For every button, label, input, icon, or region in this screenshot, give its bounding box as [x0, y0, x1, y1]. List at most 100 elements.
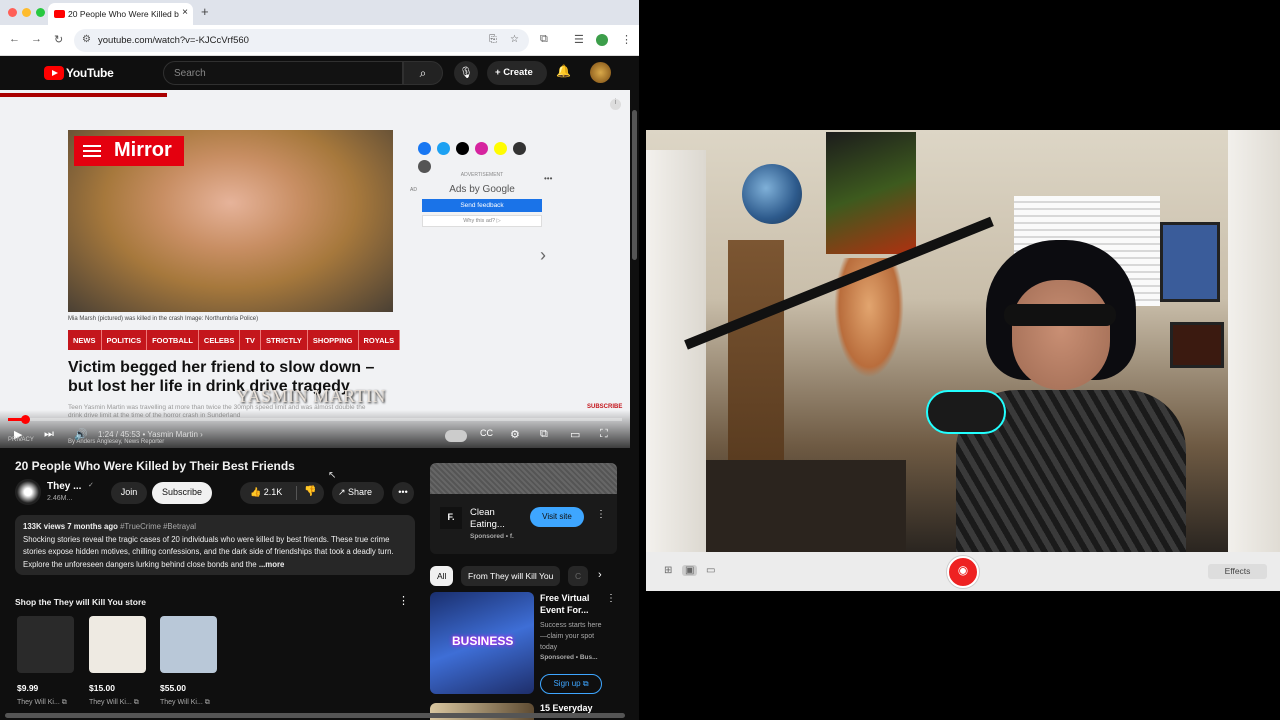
reading-list-icon[interactable]: ☰: [574, 33, 584, 46]
visit-site-button[interactable]: Visit site: [530, 507, 584, 527]
ad-badge: AD: [410, 187, 417, 193]
globe: [742, 164, 802, 224]
sign-up-button[interactable]: Sign up ⧉: [540, 674, 602, 694]
description-box[interactable]: 133K views 7 months ago #TrueCrime #Betr…: [15, 515, 415, 575]
ads-by-google: Ads by Google: [449, 184, 515, 195]
product-price: $15.00: [89, 683, 115, 693]
reload-icon[interactable]: ↻: [54, 33, 63, 46]
product-store: They Will Ki... ⧉: [160, 699, 217, 707]
account-avatar[interactable]: [590, 62, 611, 83]
profile-icon[interactable]: [596, 34, 608, 46]
description-text: Shocking stories reveal the tragic cases…: [23, 534, 394, 569]
more-actions-button[interactable]: •••: [392, 482, 414, 504]
install-app-icon[interactable]: ⎘: [489, 34, 497, 45]
miniplayer-icon[interactable]: ⧉: [540, 428, 548, 441]
product-image: [160, 616, 217, 673]
horizontal-scrollbar[interactable]: [5, 713, 625, 718]
show-more-link[interactable]: ...more: [259, 560, 285, 569]
theater-mode-icon[interactable]: ▭: [570, 428, 580, 441]
settings-icon[interactable]: ⚙: [510, 428, 520, 441]
photo-caption: Mia Marsh (pictured) was killed in the c…: [68, 316, 259, 322]
hashtags[interactable]: #TrueCrime #Betrayal: [120, 522, 196, 531]
close-window-button[interactable]: [8, 8, 17, 17]
category-nav: NEWS POLITICS FOOTBALL CELEBS TV STRICTLY SHOP…: [68, 330, 401, 350]
product-card[interactable]: $9.99 They Will Ki... ⧉: [17, 616, 74, 707]
site-info-icon[interactable]: ⚙: [82, 34, 91, 45]
seek-bar[interactable]: [8, 415, 622, 424]
facebook-icon: [418, 142, 431, 155]
like-button[interactable]: 👍 2.1K 👎: [240, 482, 324, 504]
chevron-right-icon: ›: [540, 245, 546, 265]
subscribe-button[interactable]: Subscribe: [152, 482, 212, 504]
channel-name[interactable]: They ...: [47, 481, 81, 492]
info-icon[interactable]: i: [610, 99, 621, 110]
search-button[interactable]: ⌕: [403, 61, 443, 85]
bookmark-star-icon[interactable]: ☆: [510, 34, 519, 45]
camera-icon: ◉: [957, 563, 969, 577]
chapter-label[interactable]: • Yasmin Martin ›: [143, 430, 203, 439]
why-this-ad-button: Why this ad? ▷: [422, 215, 542, 227]
privacy-label: PRIVACY: [8, 437, 34, 443]
youtube-play-icon: [44, 66, 64, 80]
chevron-right-icon[interactable]: ›: [598, 569, 602, 581]
vertical-scrollbar[interactable]: [630, 90, 639, 720]
video-player[interactable]: Mirror Mia Marsh (pictured) was killed i…: [0, 90, 630, 448]
next-icon[interactable]: ⏭: [44, 428, 54, 441]
store-menu-icon[interactable]: ⋮: [398, 594, 409, 607]
chip-more[interactable]: C: [568, 566, 589, 586]
instagram-icon: [475, 142, 488, 155]
sponsored-ad-card[interactable]: F. Clean Eating... Sponsored • f. Visit …: [430, 463, 617, 554]
create-button[interactable]: + Create: [487, 61, 547, 85]
chip-all[interactable]: All: [430, 566, 454, 586]
effects-button[interactable]: Effects: [1208, 564, 1267, 579]
youtube-header: YouTube Search ⌕ 🎙 + Create 🔔: [0, 56, 639, 90]
plus-icon: +: [495, 67, 504, 78]
voice-search-button[interactable]: 🎙: [454, 61, 478, 85]
captions-icon[interactable]: CC: [480, 428, 493, 438]
shutter-button[interactable]: ◉: [947, 556, 979, 588]
ad-menu-icon[interactable]: ⋮: [596, 509, 606, 520]
minimize-window-button[interactable]: [22, 8, 31, 17]
search-input[interactable]: Search: [163, 61, 403, 85]
seek-bar-handle[interactable]: [21, 415, 31, 424]
maximize-window-button[interactable]: [36, 8, 45, 17]
product-store-name: They Will Ki...: [17, 699, 60, 706]
notifications-bell-icon[interactable]: 🔔: [556, 64, 571, 78]
forward-icon[interactable]: →: [31, 33, 42, 45]
grid-view-icon[interactable]: ⊞: [664, 565, 672, 576]
webcam-preview: [646, 130, 1280, 552]
category-nav-item: STRICTLY: [261, 330, 308, 350]
url-bar[interactable]: ⚙ youtube.com/watch?v=-KJCcVrf560 ⎘ ☆: [74, 29, 529, 52]
new-tab-button[interactable]: +: [201, 4, 209, 19]
ad-options-icon: •••: [544, 174, 553, 183]
photo-mode-icon[interactable]: ▣: [682, 565, 698, 576]
product-card[interactable]: $15.00 They Will Ki... ⧉: [89, 616, 146, 707]
person: [956, 240, 1186, 552]
video-mode-icon[interactable]: ▭: [706, 565, 715, 576]
desk: [706, 460, 906, 552]
chrome-menu-icon[interactable]: ⋮: [621, 33, 632, 46]
autoplay-toggle[interactable]: [445, 430, 467, 442]
youtube-logo-text: YouTube: [66, 66, 114, 80]
dislike-icon[interactable]: 👎: [304, 486, 316, 497]
category-nav-item: CELEBS: [199, 330, 241, 350]
category-nav-item: POLITICS: [102, 330, 148, 350]
video-menu-icon[interactable]: ⋮: [606, 593, 616, 604]
tab-title: 20 People Who Were Killed b: [68, 9, 179, 19]
browser-tab[interactable]: 20 People Who Were Killed b ×: [48, 3, 193, 25]
product-card[interactable]: $55.00 They Will Ki... ⧉: [160, 616, 217, 707]
tab-close-icon[interactable]: ×: [182, 7, 188, 18]
search-icon: ⌕: [419, 66, 427, 80]
like-count: 2.1K: [263, 487, 283, 497]
channel-avatar[interactable]: [15, 479, 41, 505]
back-icon[interactable]: ←: [9, 33, 20, 45]
fullscreen-icon[interactable]: ⛶: [600, 428, 608, 441]
share-button[interactable]: ↗ Share: [332, 482, 384, 504]
twitter-icon: [437, 142, 450, 155]
video-card-title: 15 Everyday: [540, 703, 593, 713]
join-button[interactable]: Join: [111, 482, 147, 504]
chip-from-channel[interactable]: From They will Kill You: [461, 566, 561, 586]
scrollbar-thumb[interactable]: [632, 110, 637, 260]
thumbs-up-icon: 👍: [250, 487, 264, 497]
extensions-icon[interactable]: ⧉: [540, 33, 548, 46]
